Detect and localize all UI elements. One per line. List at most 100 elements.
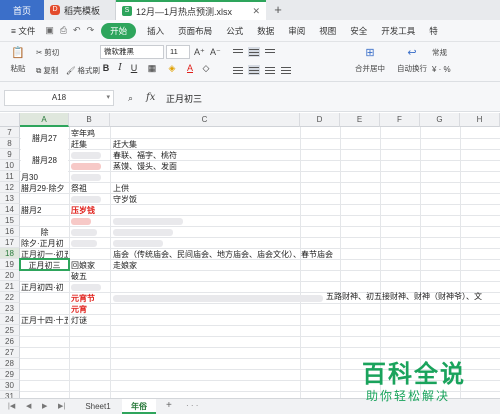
chevron-down-icon[interactable]: ▾ [106, 91, 110, 105]
cell-c9[interactable]: 春联、福字、桃符 [113, 150, 299, 161]
cell-a14[interactable]: 腊月2 [21, 205, 68, 216]
align-bottom-icon[interactable] [264, 47, 276, 57]
font-size-select[interactable]: 11 [166, 45, 190, 59]
justify-icon[interactable] [280, 65, 292, 75]
cell-c13[interactable]: 守岁饭 [113, 194, 299, 205]
clear-format-icon[interactable]: ◇ [200, 63, 212, 74]
tab-home[interactable]: 首页 [0, 0, 44, 20]
align-middle-icon[interactable] [248, 47, 260, 57]
row-header[interactable]: 17 [0, 237, 20, 248]
row-header-selected[interactable]: 18 [0, 248, 20, 259]
cell-b14[interactable]: 压岁钱 [71, 205, 109, 216]
row-header[interactable]: 19 [0, 259, 20, 270]
bold-button[interactable]: B [100, 63, 112, 73]
row-header[interactable]: 29 [0, 369, 20, 380]
row-header[interactable]: 27 [0, 347, 20, 358]
currency-icon[interactable]: ¥ · % [432, 65, 451, 74]
cell-a16[interactable]: 除 [21, 227, 68, 238]
menu-view[interactable]: 视图 [312, 25, 343, 37]
merge-center-button[interactable]: ⊞ 合并居中 [350, 45, 390, 74]
paste-button[interactable]: 📋 粘贴 [4, 45, 32, 74]
cell-a18[interactable]: 正月初三 [21, 260, 68, 271]
row-header[interactable]: 31 [0, 391, 20, 398]
formula-input[interactable]: 正月初三 [166, 91, 496, 107]
row-header[interactable]: 20 [0, 270, 20, 281]
align-top-icon[interactable] [232, 47, 244, 57]
row-header[interactable]: 14 [0, 204, 20, 215]
cell-b18[interactable]: 回娘家 [71, 260, 109, 271]
row-header[interactable]: 9 [0, 149, 20, 160]
tab-file[interactable]: S 12月—1月热点预测.xlsx ✕ [116, 0, 266, 20]
row-header[interactable]: 15 [0, 215, 20, 226]
function-icon[interactable]: fx [146, 92, 155, 103]
first-sheet-icon[interactable]: |◀ [8, 402, 15, 410]
cell-b22[interactable]: 元宵 [71, 304, 109, 315]
wrap-text-button[interactable]: ↩ 自动换行 [394, 45, 430, 74]
tab-template[interactable]: D 稻壳模板 [44, 0, 116, 20]
shrink-font-button[interactable]: A⁻ [210, 47, 221, 58]
fill-color-icon[interactable]: ◈ [166, 63, 178, 74]
underline-button[interactable]: U [128, 63, 140, 73]
cell-a12[interactable]: 腊月29·除夕 [21, 183, 68, 194]
cell-b21[interactable]: 元宵节 [71, 293, 109, 304]
cell-b23[interactable]: 灯谜 [71, 315, 109, 326]
row-header[interactable]: 25 [0, 325, 20, 336]
align-left-icon[interactable] [232, 65, 244, 75]
select-all-corner[interactable] [0, 113, 20, 127]
cell-a17[interactable]: 除夕·正月初 [21, 238, 68, 249]
menu-start[interactable]: 开始 [101, 22, 137, 39]
row-header[interactable]: 16 [0, 226, 20, 237]
row-header[interactable]: 26 [0, 336, 20, 347]
next-sheet-icon[interactable]: ▶ [42, 402, 47, 410]
more-sheets-icon[interactable]: · · · [186, 401, 198, 410]
sheet-tab-sheet1[interactable]: Sheet1 [78, 399, 118, 414]
column-header-f[interactable]: F [380, 113, 420, 127]
column-header-h[interactable]: H [460, 113, 500, 127]
cell-a20[interactable]: 正月初四·初 [21, 282, 68, 293]
last-sheet-icon[interactable]: ▶| [58, 402, 65, 410]
column-header-g[interactable]: G [420, 113, 460, 127]
save-icon[interactable]: ▣ [42, 25, 57, 36]
undo-icon[interactable]: ↶ [70, 25, 84, 36]
menu-page-layout[interactable]: 页面布局 [171, 25, 219, 37]
cell-b7[interactable]: 宰年鸡 [71, 128, 109, 139]
menu-security[interactable]: 安全 [343, 25, 374, 37]
row-header[interactable]: 8 [0, 138, 20, 149]
menu-insert[interactable]: 插入 [140, 25, 171, 37]
cell-c18[interactable]: 走娘家 [113, 260, 299, 271]
align-center-icon[interactable] [248, 65, 260, 75]
cell-a11[interactable]: 月30 [21, 172, 68, 183]
cell-b12[interactable]: 祭祖 [71, 183, 109, 194]
menu-review[interactable]: 审阅 [281, 25, 312, 37]
cell-c8[interactable]: 赶大集 [113, 139, 299, 150]
zoom-search-icon[interactable]: ⌕ [128, 93, 133, 104]
cell-c12[interactable]: 上供 [113, 183, 299, 194]
print-icon[interactable]: ⎙ [57, 25, 70, 36]
row-header[interactable]: 28 [0, 358, 20, 369]
redo-icon[interactable]: ↷ [84, 25, 98, 36]
prev-sheet-icon[interactable]: ◀ [26, 402, 31, 410]
cell-b8[interactable]: 赶集 [71, 139, 109, 150]
close-tab-icon[interactable]: ✕ [252, 6, 260, 17]
add-sheet-icon[interactable]: + [166, 400, 172, 411]
menu-data[interactable]: 数据 [250, 25, 281, 37]
cell-a7[interactable]: 腊月27 [21, 128, 68, 150]
row-header[interactable]: 21 [0, 281, 20, 292]
cell-c17[interactable]: 庙会（传统庙会、民间庙会、地方庙会、庙会文化）、春节庙会 [113, 249, 453, 260]
menu-developer[interactable]: 开发工具 [374, 25, 422, 37]
cell-a9[interactable]: 腊月28 [21, 150, 68, 172]
cell-c20[interactable]: 五路财神、初五接财神、财神（财神爷）、文 [326, 291, 498, 302]
format-painter-button[interactable]: 🖌 格式刷 [66, 65, 100, 76]
column-header-b[interactable]: B [69, 113, 110, 127]
column-header-c[interactable]: C [110, 113, 300, 127]
cell-b19[interactable]: 破五 [71, 271, 109, 282]
selected-cell-a18[interactable]: 正月初三 [19, 258, 70, 271]
row-header[interactable]: 13 [0, 193, 20, 204]
menu-formulas[interactable]: 公式 [219, 25, 250, 37]
row-header[interactable]: 10 [0, 160, 20, 171]
row-header[interactable]: 23 [0, 303, 20, 314]
font-name-select[interactable]: 微软雅黑 [100, 45, 164, 59]
number-format-select[interactable]: 常规 [432, 47, 447, 58]
cell-c10[interactable]: 蒸馍、馒头、发面 [113, 161, 299, 172]
italic-button[interactable]: I [114, 63, 126, 73]
